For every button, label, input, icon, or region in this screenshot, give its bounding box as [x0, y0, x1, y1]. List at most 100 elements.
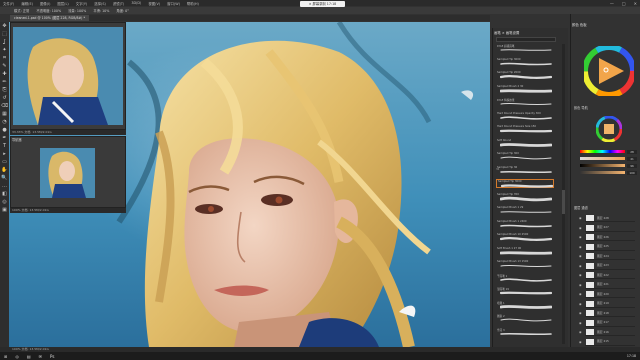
brush-item[interactable]: 喷溅 1	[496, 301, 554, 310]
layer-row[interactable]: ◉ 图层 224	[579, 252, 635, 260]
option-3[interactable]: 平滑: 10%	[93, 8, 109, 13]
minimize-button[interactable]: —	[610, 1, 614, 6]
option-2[interactable]: 流量: 100%	[68, 8, 86, 13]
eye-icon[interactable]: ◉	[579, 311, 582, 315]
color-wheel-small[interactable]	[596, 116, 622, 142]
brush-item[interactable]: Sampled Tip 350	[496, 193, 554, 202]
menu-item-2[interactable]: 图像(I)	[40, 1, 50, 6]
brush-item[interactable]: Sampled Brush 13 1500	[496, 260, 554, 269]
eye-icon[interactable]: ◉	[579, 340, 582, 344]
brush-item[interactable]: 干画笔 1	[496, 274, 554, 283]
layers-panel-tab[interactable]: 图层 通道	[574, 205, 588, 210]
menu-item-9[interactable]: 窗口(W)	[167, 1, 180, 6]
document-tab[interactable]: cleaned-1.psd @ 100% (图层 228, RGB/8#) *	[10, 15, 90, 21]
layer-row[interactable]: ◉ 图层 216	[579, 328, 635, 336]
menu-item-7[interactable]: 3D(D)	[131, 1, 141, 5]
color-panel-tab-2[interactable]: 颜色 导航	[574, 105, 588, 110]
layer-row[interactable]: ◉ 图层 227	[579, 224, 635, 232]
slider-S[interactable]	[580, 157, 625, 160]
maximize-button[interactable]: □	[622, 1, 626, 6]
brush-item[interactable]: Sampled Tip 300	[496, 152, 554, 161]
eye-icon[interactable]: ◉	[579, 254, 582, 258]
eye-icon[interactable]: ◉	[579, 226, 582, 230]
menu-item-8[interactable]: 视图(V)	[148, 1, 160, 6]
type-icon[interactable]: T	[1, 143, 8, 149]
layer-row[interactable]: ◉ 图层 221	[579, 281, 635, 289]
layer-row[interactable]: ◉ 图层 215	[579, 338, 635, 346]
layer-row[interactable]: ◉ 图层 218	[579, 309, 635, 317]
dodge-icon[interactable]: ●	[1, 127, 8, 133]
fg-bg-colors-icon[interactable]: ◧	[1, 191, 8, 197]
eye-icon[interactable]: ◉	[579, 216, 582, 220]
path-select-icon[interactable]: ▸	[1, 151, 8, 157]
shape-icon[interactable]: ▭	[1, 159, 8, 165]
menu-item-1[interactable]: 编辑(E)	[21, 1, 33, 6]
eraser-icon[interactable]: ⌫	[1, 103, 8, 109]
blur-icon[interactable]: ◔	[1, 119, 8, 125]
brush-icon[interactable]: ✏	[1, 79, 8, 85]
marquee-icon[interactable]: ⬚	[1, 31, 8, 37]
slider-B[interactable]	[580, 164, 625, 167]
gradient-icon[interactable]: ▦	[1, 111, 8, 117]
menu-item-3[interactable]: 图层(L)	[57, 1, 68, 6]
layer-row[interactable]: ◉ 图层 217	[579, 319, 635, 327]
screen-mode-icon[interactable]: ▣	[1, 207, 8, 213]
menu-item-6[interactable]: 滤镜(T)	[113, 1, 125, 6]
slider-value-S[interactable]: 41	[627, 156, 637, 161]
taskbar-item-0[interactable]: ⊞	[4, 354, 7, 359]
brush-search-input[interactable]	[496, 37, 556, 42]
slider-value-H[interactable]: 28	[627, 149, 637, 154]
slider-value-B[interactable]: 96	[627, 163, 637, 168]
brush-panel-header[interactable]: 画笔 × 画笔设置	[494, 30, 566, 36]
slider-H[interactable]	[580, 150, 625, 153]
eye-icon[interactable]: ◉	[579, 302, 582, 306]
wand-icon[interactable]: ✦	[1, 47, 8, 53]
slider-A[interactable]	[580, 171, 625, 174]
eyedropper-icon[interactable]: ✎	[1, 63, 8, 69]
brush-item[interactable]: Sampled Brush 10 2500	[496, 233, 554, 242]
color-wheel[interactable]	[584, 46, 634, 96]
more-icon[interactable]: …	[1, 183, 8, 189]
layer-row[interactable]: ◉ 图层 225	[579, 243, 635, 251]
menu-item-4[interactable]: 文字(Y)	[76, 1, 88, 6]
lasso-icon[interactable]: ʆ	[1, 39, 8, 45]
close-button[interactable]: ✕	[634, 1, 637, 6]
layer-row[interactable]: ◉ 图层 223	[579, 262, 635, 270]
eye-icon[interactable]: ◉	[579, 283, 582, 287]
zoom-icon[interactable]: 🔍	[1, 175, 8, 181]
layer-row[interactable]: ◉ 图层 226	[579, 233, 635, 241]
eye-icon[interactable]: ◉	[579, 321, 582, 325]
brush-item[interactable]: KYLE 特殊效果	[496, 98, 554, 107]
menu-item-0[interactable]: 文件(F)	[3, 1, 14, 6]
taskbar-item-1[interactable]: ◎	[15, 354, 19, 359]
eye-icon[interactable]: ◉	[579, 245, 582, 249]
preview-thumbnail[interactable]	[40, 148, 95, 198]
crop-icon[interactable]: ⌗	[1, 55, 8, 61]
brush-scroll-thumb[interactable]	[562, 190, 565, 214]
heal-icon[interactable]: ✚	[1, 71, 8, 77]
brush-item[interactable]: Sampled Brush 1 2400	[496, 220, 554, 229]
brush-item[interactable]: 图案 2	[496, 314, 554, 323]
hand-icon[interactable]: ✋	[1, 167, 8, 173]
brush-item[interactable]: Hard Round Pressure Opacity 300	[496, 112, 554, 121]
brush-item[interactable]: 湿画笔 19	[496, 287, 554, 296]
brush-item[interactable]: Soft Brush 1 27 00	[496, 247, 554, 256]
slider-value-A[interactable]: 100	[627, 170, 637, 175]
move-icon[interactable]: ✥	[1, 23, 8, 29]
eye-icon[interactable]: ◉	[579, 292, 582, 296]
taskbar-item-2[interactable]: ▤	[27, 354, 31, 359]
taskbar-item-4[interactable]: Ps	[50, 354, 54, 359]
brush-item[interactable]: KYLE 超级画笔	[496, 44, 554, 53]
navigator-thumbnail[interactable]	[13, 27, 123, 125]
brush-item[interactable]: Sampled Tip 3000	[496, 58, 554, 67]
layer-row[interactable]: ◉ 图层 228	[579, 214, 635, 222]
pen-icon[interactable]: ✒	[1, 135, 8, 141]
brush-item[interactable]: Sampled Tip 2000	[496, 71, 554, 80]
brush-item[interactable]: Sampled Brush 1 29	[496, 206, 554, 215]
taskbar-item-3[interactable]: ✉	[39, 354, 42, 359]
quickmask-icon[interactable]: ◎	[1, 199, 8, 205]
brush-item[interactable]: Sampled Tip 36 36	[496, 166, 554, 175]
brush-item[interactable]: Sampled Tip 3000	[496, 179, 554, 188]
option-1[interactable]: 不透明度: 100%	[36, 8, 61, 13]
brush-item[interactable]: Sampled Brush 2 30	[496, 85, 554, 94]
